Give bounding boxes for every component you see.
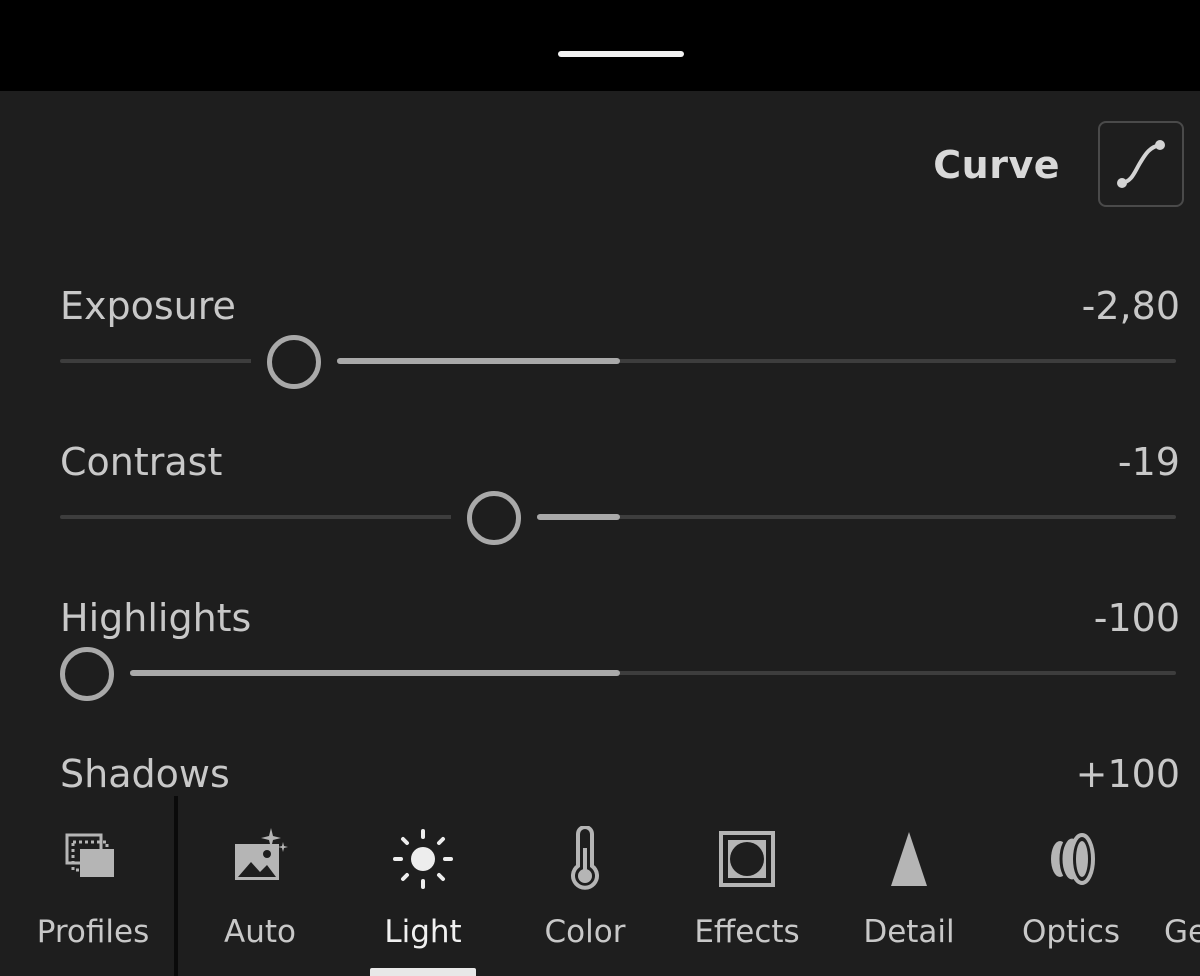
tool-label: Profiles: [36, 914, 150, 950]
vignette-icon: [672, 826, 822, 892]
tool-label: Detail: [863, 914, 955, 950]
lens-icon: [996, 826, 1146, 892]
tool-effects[interactable]: Effects: [672, 796, 822, 976]
triangle-icon: [834, 826, 984, 892]
slider-fill: [536, 514, 620, 520]
slider-value[interactable]: -19: [1118, 439, 1180, 485]
slider-label: Contrast: [60, 440, 223, 484]
profiles-icon: [18, 826, 168, 892]
slider-label: Exposure: [60, 284, 236, 328]
tool-optics[interactable]: Optics: [996, 796, 1146, 976]
tool-geometry[interactable]: Ge: [1158, 796, 1200, 976]
tool-profiles[interactable]: Profiles: [18, 796, 168, 976]
slider-value[interactable]: -2,80: [1082, 283, 1180, 329]
slider-fill: [130, 670, 620, 676]
slider-thumb[interactable]: [267, 335, 322, 389]
slider-contrast: Contrast -19: [60, 439, 1180, 579]
slider-label: Shadows: [60, 752, 230, 796]
tool-auto[interactable]: Auto: [185, 796, 335, 976]
tool-label: Effects: [694, 914, 800, 950]
slider-highlights: Highlights -100: [44, 595, 1180, 735]
tool-label: Ge: [1164, 914, 1200, 950]
thermometer-icon: [510, 826, 660, 892]
active-tab-indicator: [370, 968, 476, 976]
top-bar: [0, 0, 1200, 91]
tool-detail[interactable]: Detail: [834, 796, 984, 976]
slider-value[interactable]: -100: [1094, 595, 1180, 641]
curve-label: Curve: [933, 143, 1060, 187]
sheet-grabber-handle[interactable]: [558, 51, 684, 57]
slider-value[interactable]: +100: [1076, 751, 1180, 796]
slider-label: Highlights: [60, 596, 252, 640]
slider-fill: [337, 358, 620, 364]
light-adjustments-panel: Curve Exposure -2,80 Contrast -19 Highli…: [0, 91, 1200, 796]
slider-shadows: Shadows +100: [60, 751, 1180, 796]
tool-label: Color: [544, 914, 626, 950]
tool-label: Auto: [224, 914, 296, 950]
toolbar-divider: [174, 796, 178, 976]
slider-thumb[interactable]: [60, 647, 114, 701]
tool-label: Light: [384, 914, 462, 950]
edit-toolbar: Profiles Auto Light Color Effects Detail…: [0, 796, 1200, 976]
auto-sparkle-image-icon: [185, 826, 335, 892]
sun-icon: [348, 826, 498, 892]
slider-exposure: Exposure -2,80: [60, 283, 1180, 423]
slider-thumb[interactable]: [466, 491, 521, 545]
tool-light[interactable]: Light: [348, 796, 498, 976]
tool-color[interactable]: Color: [510, 796, 660, 976]
tool-label: Optics: [1021, 914, 1121, 950]
curve-button[interactable]: [1098, 121, 1184, 207]
